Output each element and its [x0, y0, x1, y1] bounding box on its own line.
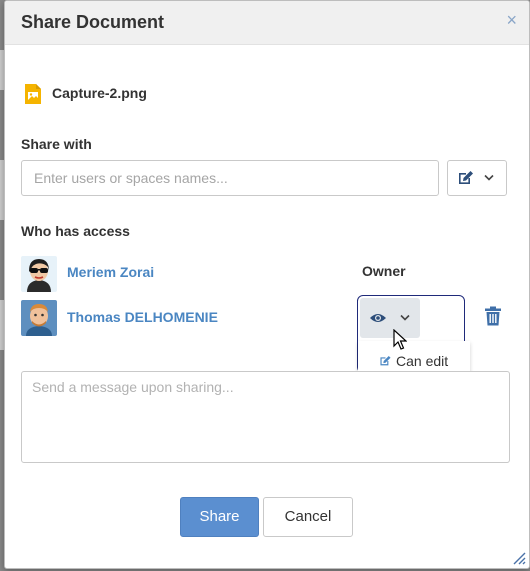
user-name-link[interactable]: Meriem Zorai — [67, 264, 154, 280]
owner-label: Owner — [362, 263, 406, 279]
eye-icon — [370, 314, 386, 322]
permission-dropdown-button[interactable] — [447, 160, 507, 196]
share-button[interactable]: Share — [180, 497, 259, 537]
resize-grip-icon[interactable] — [510, 549, 526, 565]
edit-icon — [380, 355, 391, 366]
user-name-link[interactable]: Thomas DELHOMENIE — [67, 309, 218, 325]
mouse-cursor-icon — [393, 329, 407, 350]
chevron-down-icon — [484, 174, 494, 181]
message-textarea[interactable] — [21, 371, 510, 463]
close-icon[interactable]: × — [506, 10, 517, 31]
trash-icon[interactable] — [484, 306, 502, 326]
avatar — [21, 300, 57, 336]
who-has-access-label: Who has access — [21, 223, 130, 239]
avatar — [21, 256, 57, 292]
cancel-button[interactable]: Cancel — [263, 497, 353, 537]
menu-item-label: Can edit — [396, 353, 449, 369]
dialog-header: Share Document × — [5, 1, 529, 45]
share-with-label: Share with — [21, 136, 92, 152]
file-name: Capture-2.png — [52, 85, 147, 101]
image-file-icon — [25, 84, 41, 104]
dialog-title: Share Document — [21, 12, 165, 32]
share-document-dialog: Share Document × Capture-2.png Share wit… — [4, 0, 530, 569]
edit-icon — [459, 171, 473, 184]
chevron-down-icon — [400, 314, 410, 321]
user-permission-button[interactable] — [360, 298, 420, 338]
share-with-input[interactable] — [21, 160, 439, 196]
